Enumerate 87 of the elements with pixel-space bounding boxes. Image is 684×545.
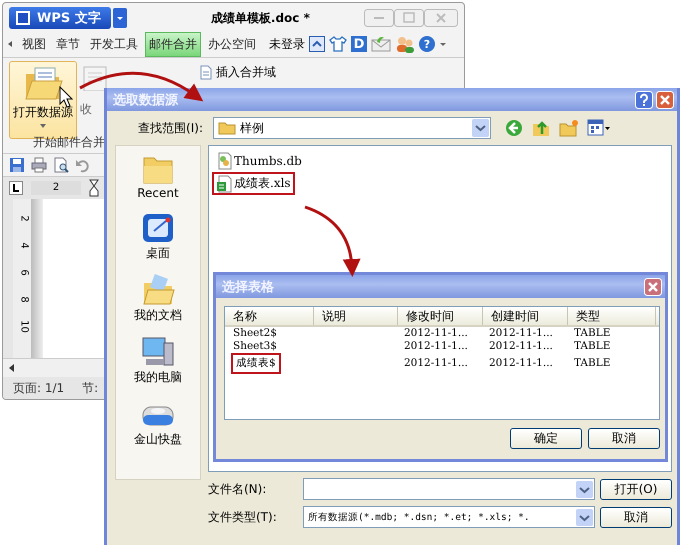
app-logo-icon xyxy=(15,10,31,26)
shirt-icon[interactable] xyxy=(329,36,347,52)
look-in-dropdown[interactable]: 样例 xyxy=(213,117,491,139)
ribbon-tab[interactable]: 办公空间 xyxy=(205,32,259,56)
mouse-cursor-icon xyxy=(59,86,73,108)
table-cell: 2012-11-1... xyxy=(404,357,468,369)
print-preview-icon[interactable] xyxy=(53,157,69,173)
document-icon xyxy=(200,65,212,80)
ok-button[interactable]: 确定 xyxy=(510,428,582,449)
undo-icon[interactable] xyxy=(75,157,91,173)
place-item[interactable]: Recent xyxy=(137,152,179,200)
dropdown-icon[interactable] xyxy=(112,8,127,28)
help-icon[interactable] xyxy=(635,90,653,108)
table-cell: 2012-11-1... xyxy=(489,340,553,352)
page-status: 页面: 1/1 xyxy=(13,380,64,396)
horizontal-ruler: 2 xyxy=(31,181,81,195)
file-item[interactable]: Thumbs.db xyxy=(212,149,306,172)
app-menu-button[interactable]: WPS 文字 xyxy=(9,7,111,29)
table-row[interactable]: Sheet2$ 2012-11-1... 2012-11-1... TABLE xyxy=(225,327,659,340)
dialog-title: 选择表格 xyxy=(222,278,274,296)
place-item[interactable]: 桌面 xyxy=(140,211,176,262)
caret-icon xyxy=(39,123,47,129)
file-type-label: 文件类型(T): xyxy=(208,508,278,526)
login-link[interactable]: 未登录 xyxy=(269,36,305,52)
cancel-button[interactable]: 取消 xyxy=(588,428,660,449)
file-name-label: 文件名(N): xyxy=(208,480,268,498)
table-cell: 2012-11-1... xyxy=(489,357,553,369)
dropdown-icon xyxy=(576,480,593,498)
dialog-title: 选取数据源 xyxy=(113,92,178,108)
dropdown-icon xyxy=(472,119,489,137)
ribbon-tab[interactable]: 视图 xyxy=(19,32,49,56)
table-cell: 2012-11-1... xyxy=(489,327,553,339)
new-folder-icon[interactable] xyxy=(558,118,580,138)
help-button[interactable]: ? xyxy=(419,36,435,52)
curved-arrow xyxy=(304,206,360,277)
column-header[interactable]: 创建时间 xyxy=(483,307,568,325)
ribbon-tab[interactable]: 开发工具 xyxy=(87,32,141,56)
tab-stop-icon[interactable] xyxy=(9,181,23,195)
dropdown-icon xyxy=(576,508,593,526)
column-header[interactable]: 修改时间 xyxy=(398,307,483,325)
ribbon-tab[interactable]: 章节 xyxy=(53,32,83,56)
recipients-label[interactable]: 收 xyxy=(80,101,92,118)
table-cell: 成绩表$ xyxy=(231,353,281,374)
collapse-icon[interactable] xyxy=(309,36,325,52)
file-type-dropdown[interactable]: 所有数据源(*.mdb; *.dsn; *.et; *.xls; *. xyxy=(303,506,595,528)
ribbon-tab[interactable]: 邮件合并 xyxy=(145,32,201,56)
indent-marker-icon[interactable] xyxy=(89,179,99,197)
place-item[interactable]: 我的电脑 xyxy=(134,335,182,386)
table-cell: 2012-11-1... xyxy=(404,327,468,339)
ruler-number: 2 xyxy=(18,214,30,224)
ruler-number: 10 xyxy=(18,319,30,335)
insert-merge-field-button[interactable]: 插入合并域 xyxy=(200,64,276,81)
cancel-button[interactable]: 取消 xyxy=(600,506,672,528)
table-cell: TABLE xyxy=(574,327,610,339)
spreadsheet-file-icon xyxy=(216,174,232,192)
save-icon[interactable] xyxy=(9,157,25,173)
folder-icon xyxy=(23,66,63,102)
column-header[interactable]: 类型 xyxy=(568,307,656,325)
view-menu-icon[interactable] xyxy=(587,119,611,137)
file-item[interactable]: 成绩表.xls xyxy=(212,172,295,195)
window-title: 成绩单模板.doc * xyxy=(210,10,311,26)
table-cell: 2012-11-1... xyxy=(404,340,468,352)
table-cell: TABLE xyxy=(574,340,610,352)
table-row[interactable]: 成绩表$ 2012-11-1... 2012-11-1... TABLE xyxy=(225,353,659,374)
table-cell-text: Sheet2$ xyxy=(232,327,278,340)
back-icon[interactable] xyxy=(504,118,524,138)
table-row[interactable]: Sheet3$ 2012-11-1... 2012-11-1... TABLE xyxy=(225,340,659,353)
mail-icon[interactable] xyxy=(371,36,391,52)
place-item[interactable]: 金山快盘 xyxy=(134,397,182,448)
folder-icon xyxy=(218,121,236,135)
people-icon[interactable] xyxy=(395,35,415,53)
open-button[interactable]: 打开(O) xyxy=(600,478,672,500)
table-cell: TABLE xyxy=(574,357,610,369)
account-badge[interactable]: D xyxy=(351,36,367,52)
print-icon[interactable] xyxy=(31,157,47,173)
look-in-label: 查找范围(I): xyxy=(137,120,203,136)
table-cell-text: Sheet3$ xyxy=(232,340,278,353)
column-header[interactable]: 名称 xyxy=(225,307,314,325)
section-status: 节: xyxy=(82,380,98,396)
ruler-number: 6 xyxy=(18,268,30,278)
file-name-field[interactable] xyxy=(303,478,595,500)
ruler-number: 4 xyxy=(18,241,30,251)
ruler-number: 8 xyxy=(18,295,30,305)
column-header[interactable]: 说明 xyxy=(314,307,398,325)
file-icon xyxy=(216,152,232,170)
desktop-icon xyxy=(140,211,176,245)
place-item[interactable]: 我的文档 xyxy=(134,273,182,324)
